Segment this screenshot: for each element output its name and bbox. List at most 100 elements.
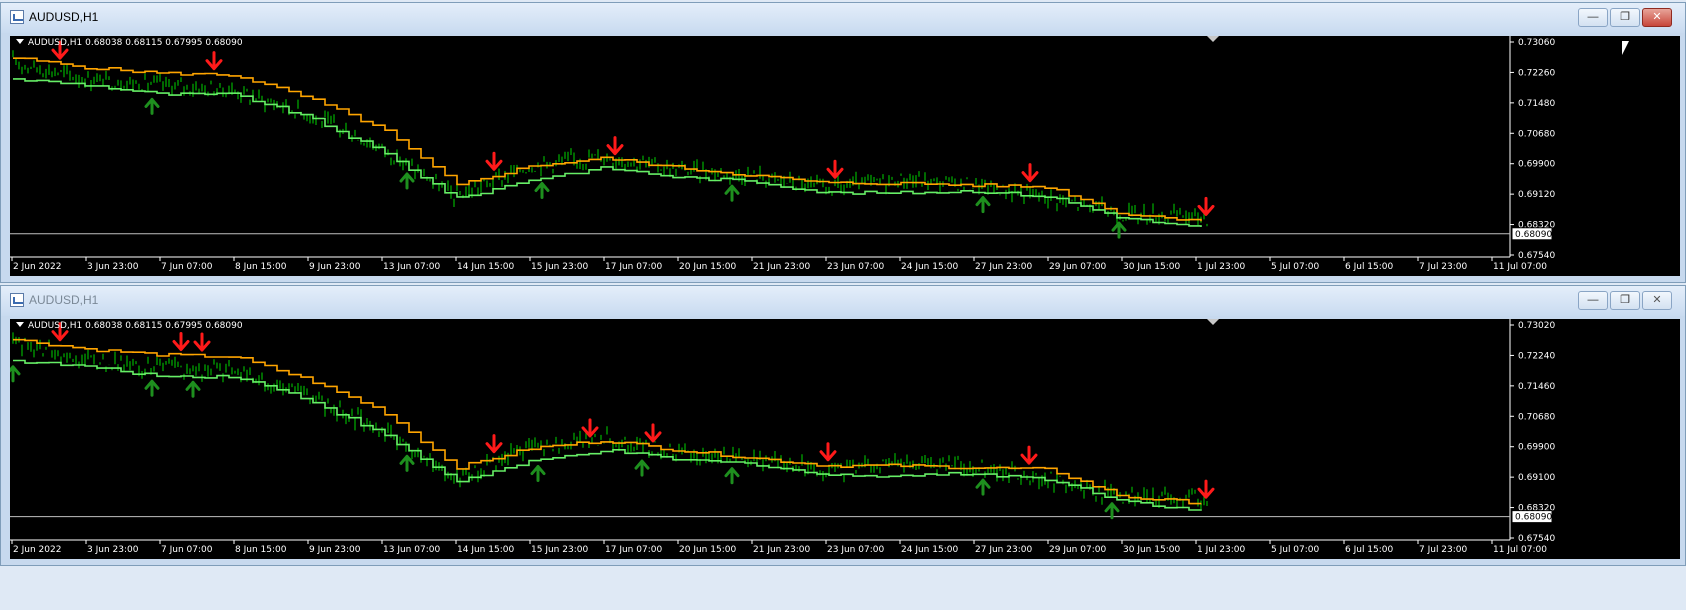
time-tick-label: 2 Jun 2022 — [13, 545, 61, 555]
sell-arrow-icon — [205, 51, 223, 71]
time-tick-label: 24 Jun 15:00 — [901, 545, 958, 555]
price-tick-label: 0.71460 — [1518, 382, 1555, 392]
sell-arrow-icon — [819, 442, 837, 462]
time-tick-label: 23 Jun 07:00 — [827, 545, 884, 555]
time-tick-label: 11 Jul 07:00 — [1493, 545, 1547, 555]
time-tick-label: 11 Jul 07:00 — [1493, 262, 1547, 272]
price-tick-label: 0.70680 — [1518, 129, 1555, 139]
sell-arrow-icon — [1021, 163, 1039, 183]
price-tick-label: 0.67540 — [1518, 251, 1555, 261]
price-tick-label: 0.67540 — [1518, 534, 1555, 544]
collapse-triangle-icon[interactable] — [16, 322, 24, 327]
resistance-line — [13, 338, 1202, 505]
chart-shift-marker-icon — [1207, 36, 1219, 42]
time-tick-label: 13 Jun 07:00 — [383, 262, 440, 272]
buy-arrow-icon — [10, 365, 21, 383]
time-tick-label: 30 Jun 15:00 — [1123, 545, 1180, 555]
chart-info: AUDUSD,H1 0.68038 0.68115 0.67995 0.6809… — [16, 38, 243, 48]
time-tick-label: 7 Jun 07:00 — [161, 262, 213, 272]
time-tick-label: 17 Jun 07:00 — [605, 545, 662, 555]
chart-svg[interactable]: 0.73060 0.72260 0.71480 0.70680 0.69900 0.691… — [10, 36, 1680, 276]
sell-arrow-icon — [1197, 479, 1215, 499]
close-button[interactable]: ✕ — [1642, 8, 1672, 27]
sell-arrow-icon — [193, 332, 211, 352]
window-titlebar[interactable]: AUDUSD,H1 — ❐ ✕ — [1, 286, 1685, 316]
time-tick-label: 7 Jun 07:00 — [161, 545, 213, 555]
sell-arrow-icon — [1020, 445, 1038, 465]
chart-window-1[interactable]: AUDUSD,H1 — ❐ ✕ 0.73060 0.72260 0.71480 0.7… — [0, 2, 1686, 283]
time-tick-label: 27 Jun 23:00 — [975, 545, 1032, 555]
buy-arrow-icon — [144, 379, 160, 397]
time-tick-label: 24 Jun 15:00 — [901, 262, 958, 272]
price-tick-label: 0.72260 — [1518, 68, 1555, 78]
mouse-cursor-icon — [1622, 41, 1629, 55]
chart-window-2[interactable]: AUDUSD,H1 — ❐ ✕ 0.73020 0.72240 0.71460 0.7… — [0, 285, 1686, 566]
time-tick-label: 29 Jun 07:00 — [1049, 262, 1106, 272]
time-tick-label: 3 Jun 23:00 — [87, 545, 139, 555]
price-tick-label: 0.69900 — [1518, 160, 1555, 170]
time-tick-label: 17 Jun 07:00 — [605, 262, 662, 272]
minimize-button[interactable]: — — [1578, 8, 1608, 27]
buy-arrow-icon — [724, 184, 740, 202]
time-tick-label: 27 Jun 23:00 — [975, 262, 1032, 272]
price-chart[interactable]: 0.73020 0.72240 0.71460 0.70680 0.69900 0.691… — [10, 319, 1680, 559]
time-tick-label: 6 Jul 15:00 — [1345, 262, 1394, 272]
price-tick-label: 0.69100 — [1518, 473, 1555, 483]
sell-arrow-icon — [485, 434, 503, 454]
current-price-label: 0.68090 — [1515, 513, 1552, 523]
buy-arrow-icon — [185, 380, 201, 398]
price-bars — [12, 332, 1208, 509]
price-tick-label: 0.72240 — [1518, 351, 1555, 361]
support-line — [13, 78, 1202, 227]
close-button[interactable]: ✕ — [1642, 291, 1672, 310]
time-tick-label: 15 Jun 23:00 — [531, 262, 588, 272]
price-chart[interactable]: 0.73060 0.72260 0.71480 0.70680 0.69900 0.691… — [10, 36, 1680, 276]
time-tick-label: 1 Jul 23:00 — [1197, 545, 1246, 555]
price-tick-label: 0.70680 — [1518, 412, 1555, 422]
window-title: AUDUSD,H1 — [29, 10, 99, 24]
restore-button[interactable]: ❐ — [1610, 291, 1640, 310]
time-tick-label: 20 Jun 15:00 — [679, 545, 736, 555]
price-tick-label: 0.69120 — [1518, 190, 1555, 200]
buy-arrow-icon — [1111, 221, 1127, 239]
sell-arrow-icon — [606, 136, 624, 156]
time-tick-label: 21 Jun 23:00 — [753, 262, 810, 272]
buy-arrow-icon — [634, 459, 650, 477]
time-tick-label: 9 Jun 23:00 — [309, 545, 361, 555]
time-tick-label: 20 Jun 15:00 — [679, 262, 736, 272]
buy-arrow-icon — [399, 454, 415, 472]
time-tick-label: 14 Jun 15:00 — [457, 545, 514, 555]
price-tick-label: 0.71480 — [1518, 99, 1555, 109]
time-tick-label: 8 Jun 15:00 — [235, 262, 287, 272]
time-tick-label: 9 Jun 23:00 — [309, 262, 361, 272]
current-price-label: 0.68090 — [1515, 230, 1552, 240]
window-titlebar[interactable]: AUDUSD,H1 — ❐ ✕ — [1, 3, 1685, 33]
price-tick-label: 0.69900 — [1518, 443, 1555, 453]
buy-arrow-icon — [399, 172, 415, 190]
price-bars — [12, 50, 1208, 227]
time-tick-label: 30 Jun 15:00 — [1123, 262, 1180, 272]
buy-arrow-icon — [534, 181, 550, 199]
restore-button[interactable]: ❐ — [1610, 8, 1640, 27]
collapse-triangle-icon[interactable] — [16, 39, 24, 44]
price-tick-label: 0.73060 — [1518, 38, 1555, 48]
time-tick-label: 1 Jul 23:00 — [1197, 262, 1246, 272]
chart-svg[interactable]: 0.73020 0.72240 0.71460 0.70680 0.69900 0.691… — [10, 319, 1680, 559]
time-tick-label: 29 Jun 07:00 — [1049, 545, 1106, 555]
sell-arrow-icon — [172, 331, 190, 351]
chart-info: AUDUSD,H1 0.68038 0.68115 0.67995 0.6809… — [16, 321, 243, 331]
time-tick-label: 2 Jun 2022 — [13, 262, 61, 272]
chart-shift-marker-icon — [1207, 319, 1219, 325]
buy-arrow-icon — [1104, 502, 1120, 520]
time-tick-label: 15 Jun 23:00 — [531, 545, 588, 555]
time-tick-label: 5 Jul 07:00 — [1271, 545, 1320, 555]
sell-arrow-icon — [644, 423, 662, 443]
minimize-button[interactable]: — — [1578, 291, 1608, 310]
buy-arrow-icon — [975, 478, 991, 496]
chart-window-icon — [10, 10, 24, 24]
buy-arrow-icon — [530, 465, 546, 483]
time-tick-label: 3 Jun 23:00 — [87, 262, 139, 272]
sell-arrow-icon — [1197, 196, 1215, 216]
time-tick-label: 5 Jul 07:00 — [1271, 262, 1320, 272]
time-tick-label: 13 Jun 07:00 — [383, 545, 440, 555]
